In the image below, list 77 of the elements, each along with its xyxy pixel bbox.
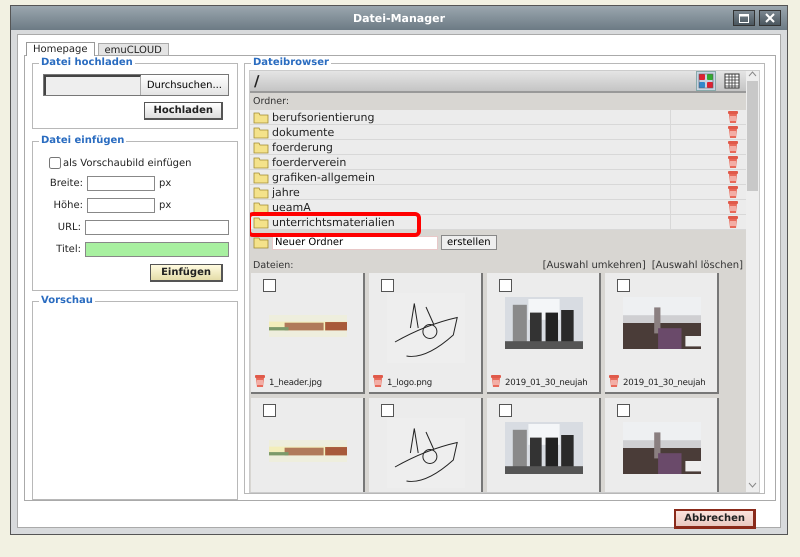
file-tile[interactable] — [605, 398, 719, 492]
cancel-button[interactable]: Abbrechen — [674, 509, 756, 529]
folder-name[interactable]: berufsorientierung — [272, 110, 374, 124]
folder-name[interactable]: ueamA — [272, 200, 311, 214]
file-tile[interactable]: 2019_01_30_neujah — [487, 273, 601, 394]
file-tile[interactable]: 2019_01_30_neujah — [605, 273, 719, 394]
icon-view-button[interactable] — [696, 71, 716, 91]
trash-icon[interactable] — [490, 374, 502, 388]
section-label: Dateien: — [253, 260, 294, 271]
checkbox-label: als Vorschaubild einfügen — [63, 158, 192, 169]
scrollbar[interactable] — [746, 71, 759, 492]
section-label: Ordner: — [252, 95, 290, 109]
folder-name[interactable]: jahre — [272, 186, 300, 198]
path-label: / — [254, 72, 260, 90]
action-link[interactable]: [Auswahl löschen] — [652, 260, 743, 271]
folder-name[interactable]: foerderung — [272, 140, 333, 154]
trash-icon[interactable] — [727, 170, 739, 184]
maximize-button[interactable] — [733, 10, 755, 26]
folder-icon — [253, 236, 269, 249]
trash-icon[interactable] — [727, 110, 739, 124]
trash-icon[interactable] — [372, 374, 384, 388]
folder-name[interactable]: dokumente — [272, 126, 334, 138]
window-title: Datei-Manager — [353, 12, 445, 24]
checkbox[interactable] — [381, 279, 394, 292]
input-field[interactable] — [84, 220, 229, 235]
trash-icon[interactable] — [727, 200, 739, 214]
folder-name[interactable]: foerderverein — [272, 156, 346, 168]
list-view-button[interactable] — [722, 71, 742, 91]
maximize-icon — [739, 14, 749, 22]
checkbox[interactable] — [49, 157, 61, 170]
file-tile[interactable] — [487, 398, 601, 492]
section-title: Datei einfügen — [39, 134, 126, 148]
trash-icon[interactable] — [254, 374, 266, 388]
checkbox[interactable] — [617, 404, 630, 417]
close-icon — [765, 13, 775, 23]
action-link[interactable]: [Auswahl umkehren] — [542, 260, 646, 271]
input-field[interactable] — [87, 176, 155, 191]
folder-name-field[interactable]: Neuer Ordner — [272, 236, 438, 250]
create-button[interactable]: erstellen — [441, 235, 497, 250]
checkbox[interactable] — [381, 404, 394, 417]
file-name: 1_header.jpg — [269, 378, 322, 388]
file-field[interactable]: Durchsuchen... — [43, 74, 229, 96]
input-field[interactable] — [84, 242, 229, 257]
checkbox[interactable] — [499, 279, 512, 292]
close-button[interactable] — [759, 10, 781, 26]
field-label: Höhe: — [52, 200, 83, 211]
scroll-thumb[interactable] — [747, 81, 758, 191]
checkbox[interactable] — [499, 404, 512, 417]
field-label: Breite: — [48, 178, 83, 189]
file-tile[interactable]: 1_logo.png — [369, 273, 483, 394]
scroll-up-icon[interactable] — [748, 71, 757, 77]
file-tile[interactable] — [251, 398, 365, 492]
insert-button[interactable]: Einfügen — [150, 264, 223, 282]
tab[interactable]: emuCLOUD — [98, 43, 169, 55]
upload-button[interactable]: Hochladen — [144, 102, 223, 120]
trash-icon[interactable] — [727, 215, 739, 229]
trash-icon[interactable] — [727, 125, 739, 139]
file-tile[interactable] — [369, 398, 483, 492]
file-name: 2019_01_30_neujah — [505, 378, 588, 388]
folder-name[interactable]: grafiken-allgemein — [272, 170, 375, 184]
field-label: Titel: — [55, 244, 81, 255]
tab[interactable]: Homepage — [26, 42, 95, 56]
file-tile[interactable]: 1_header.jpg — [251, 273, 365, 394]
field-label: URL: — [56, 222, 81, 233]
scroll-down-icon[interactable] — [748, 482, 757, 488]
input-field[interactable] — [87, 198, 155, 213]
checkbox[interactable] — [263, 404, 276, 417]
checkbox[interactable] — [263, 279, 276, 292]
checkbox[interactable] — [617, 279, 630, 292]
trash-icon[interactable] — [727, 155, 739, 169]
trash-icon[interactable] — [608, 374, 620, 388]
trash-icon[interactable] — [727, 140, 739, 154]
file-name: 1_logo.png — [387, 378, 432, 388]
unit-label: px — [159, 178, 172, 189]
unit-label: px — [159, 200, 172, 211]
trash-icon[interactable] — [727, 185, 739, 199]
file-name: 2019_01_30_neujah — [623, 378, 706, 388]
